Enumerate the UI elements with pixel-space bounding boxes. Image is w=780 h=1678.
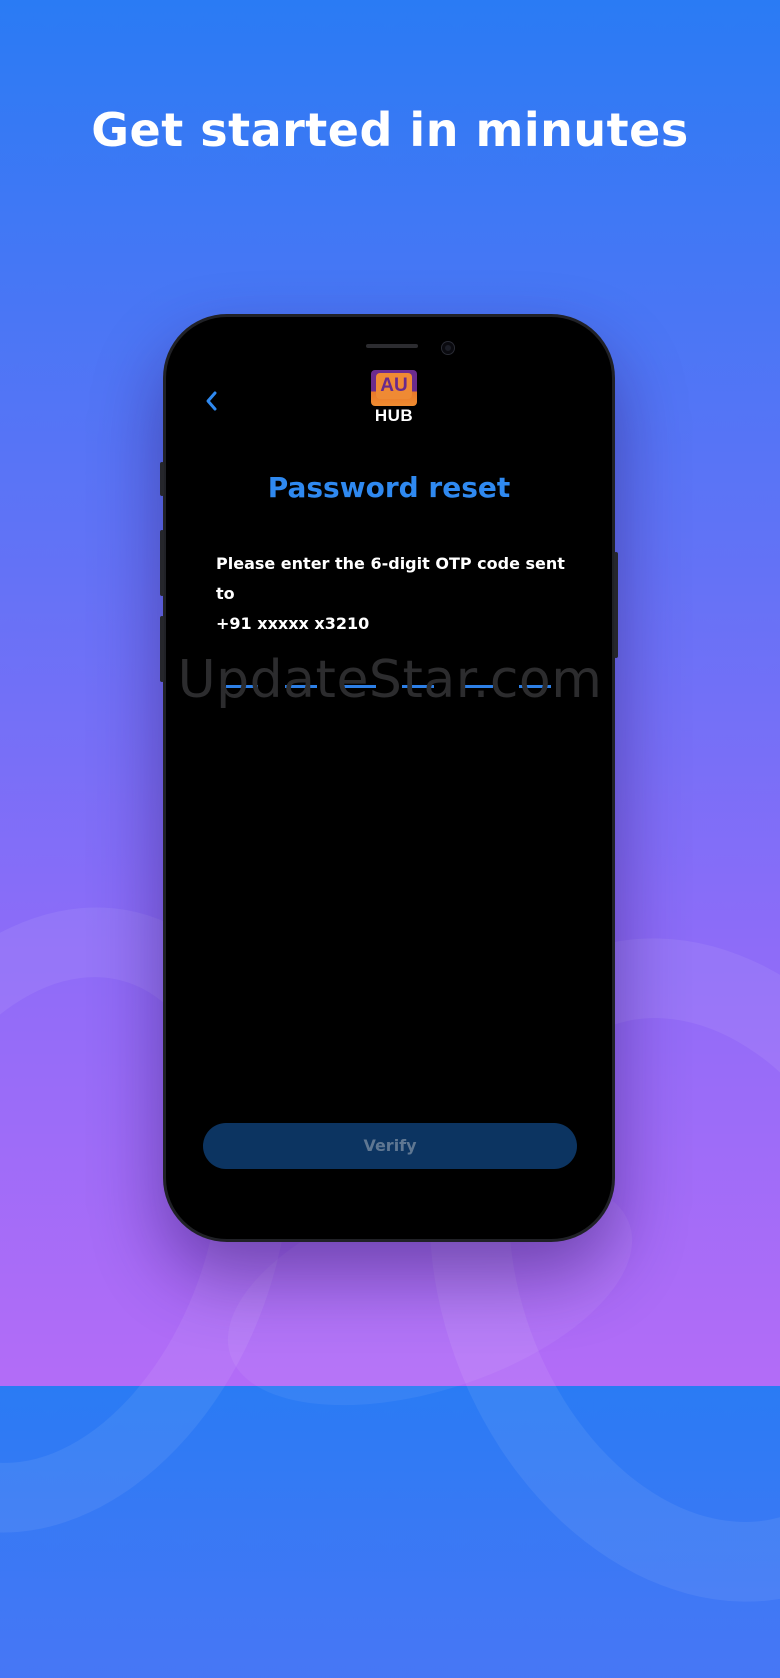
- chevron-left-icon: [206, 391, 217, 411]
- front-camera-icon: [442, 342, 454, 354]
- otp-digit-6-input[interactable]: [519, 651, 551, 688]
- otp-digit-4-input[interactable]: [402, 651, 434, 688]
- phone-volume-up-button: [160, 530, 164, 596]
- otp-digit-3-input[interactable]: [344, 651, 376, 688]
- otp-digit-5-input[interactable]: [461, 651, 493, 688]
- otp-digit-2-input[interactable]: [285, 651, 317, 688]
- otp-instruction: Please enter the 6-digit OTP code sent t…: [216, 549, 586, 639]
- verify-button[interactable]: Verify: [203, 1123, 577, 1169]
- headline: Get started in minutes: [91, 103, 689, 157]
- app-logo: AU HUB: [370, 370, 418, 432]
- logo-text: AU: [376, 373, 412, 399]
- otp-digit-1-input[interactable]: [226, 651, 258, 688]
- page-title: Password reset: [267, 471, 511, 504]
- phone-volume-down-button: [160, 616, 164, 682]
- logo-subtext: HUB: [374, 406, 414, 425]
- phone-power-button: [614, 552, 618, 658]
- phone-speaker: [366, 344, 418, 348]
- back-button[interactable]: [198, 383, 228, 419]
- instruction-text: Please enter the 6-digit OTP code sent t…: [216, 554, 565, 603]
- otp-input-group: [226, 651, 566, 688]
- masked-phone-number: +91 xxxxx x3210: [216, 614, 370, 633]
- phone-frame: AU HUB Password reset Please enter the 6…: [160, 314, 618, 1242]
- phone-screen: AU HUB Password reset Please enter the 6…: [170, 321, 608, 1235]
- phone-silent-switch: [160, 462, 164, 496]
- logo-badge: AU: [371, 370, 417, 406]
